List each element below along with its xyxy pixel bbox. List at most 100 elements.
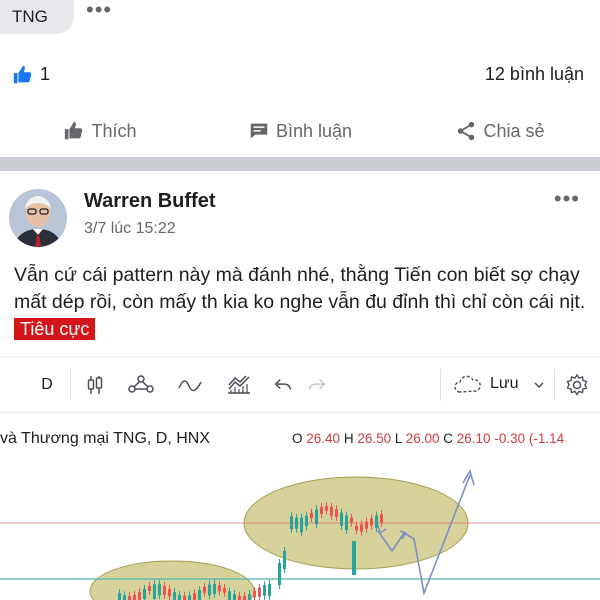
candle	[138, 592, 141, 600]
candle	[118, 593, 121, 600]
high-value: 26.50	[357, 431, 392, 446]
candle	[290, 516, 293, 530]
candle	[355, 525, 358, 531]
candle	[283, 551, 286, 569]
candle	[300, 517, 303, 533]
toolbar-divider	[440, 369, 441, 401]
candle	[223, 587, 226, 593]
post-text: Vẫn cứ cái pattern này mà đánh nhé, thằn…	[14, 264, 586, 313]
post-separator	[0, 157, 600, 171]
cloud-icon[interactable]	[452, 373, 484, 397]
like-count[interactable]: 1	[40, 64, 50, 85]
comment-button[interactable]: Bình luận	[200, 108, 400, 154]
candle	[168, 588, 171, 597]
candle	[340, 512, 343, 526]
candle	[320, 506, 323, 514]
candle	[128, 595, 131, 600]
candle	[143, 588, 146, 599]
candle	[268, 584, 271, 597]
candle	[243, 595, 246, 600]
like-button-label: Thích	[91, 120, 137, 141]
candle	[188, 595, 191, 600]
candle	[218, 585, 221, 592]
candle	[278, 563, 281, 585]
candle	[228, 591, 231, 600]
candle	[183, 595, 186, 600]
candle	[203, 586, 206, 593]
change-value: -0.30 (-1.14	[494, 431, 565, 446]
reactions-row: 1 12 bình luận	[0, 58, 600, 92]
low-value: 26.00	[405, 431, 440, 446]
candle	[360, 524, 363, 532]
toolbar-divider	[70, 369, 71, 401]
toolbar-divider	[554, 369, 555, 401]
like-button[interactable]: Thích	[0, 108, 200, 154]
candle	[335, 509, 338, 517]
candle	[198, 589, 201, 600]
close-label: C	[443, 431, 454, 446]
save-label[interactable]: Lưu	[490, 375, 519, 393]
undo-icon[interactable]	[272, 373, 294, 397]
author-name[interactable]: Warren Buffet	[84, 190, 215, 213]
candle	[325, 506, 328, 511]
chart-toolbar: D Lưu	[0, 357, 600, 413]
post-options-icon[interactable]: •••	[554, 186, 580, 212]
candle	[163, 585, 166, 595]
candle	[380, 514, 383, 523]
price-chart[interactable]: và Thương mại TNG, D, HNX O 26.40 H 26.5…	[0, 413, 600, 600]
candle	[365, 521, 368, 529]
chevron-down-icon[interactable]	[532, 373, 546, 397]
candle	[263, 585, 266, 596]
candle	[330, 506, 333, 516]
share-button-label: Chia sẻ	[483, 120, 545, 141]
low-label: L	[394, 431, 402, 446]
candle	[253, 590, 256, 598]
candle	[350, 517, 353, 523]
candle	[295, 517, 298, 529]
line-tool-icon[interactable]	[176, 373, 204, 397]
candle	[153, 584, 156, 599]
like-reaction-icon	[13, 65, 32, 84]
comment-button-label: Bình luận	[275, 120, 353, 141]
tag-chip-label: TNG	[12, 7, 48, 26]
candle	[305, 515, 308, 527]
author-avatar[interactable]	[9, 189, 67, 247]
ohlc-readout: O 26.40 H 26.50 L 26.00 C 26.10 -0.30 (-…	[292, 431, 564, 446]
post-actions: Thích Bình luận Chia sẻ	[0, 108, 600, 154]
comment-icon	[250, 123, 268, 139]
sentiment-badge: Tiêu cực	[14, 318, 96, 340]
avatar-portrait-icon	[9, 189, 67, 247]
candle	[193, 593, 196, 600]
gear-icon[interactable]	[564, 373, 590, 397]
candle	[158, 584, 161, 596]
interval-button[interactable]: D	[38, 373, 56, 397]
share-button[interactable]: Chia sẻ	[400, 108, 600, 154]
candle	[238, 595, 241, 600]
thumbs-up-icon	[65, 121, 83, 140]
candle	[352, 541, 356, 575]
share-icon	[458, 121, 475, 141]
candle	[258, 587, 261, 597]
candle	[133, 594, 136, 600]
post-body: Vẫn cứ cái pattern này mà đánh nhé, thằn…	[14, 262, 590, 343]
candles-icon[interactable]	[83, 373, 107, 397]
candle	[178, 594, 181, 600]
candle	[173, 592, 176, 600]
chart-screenshot[interactable]: D Lưu và Thương mại TNG, D, HNX O 26.40 …	[0, 356, 600, 600]
redo-icon[interactable]	[306, 373, 328, 397]
candle	[315, 509, 318, 525]
post-timestamp[interactable]: 3/7 lúc 15:22	[84, 220, 176, 238]
candle	[233, 594, 236, 600]
candle	[213, 584, 216, 594]
tag-chip[interactable]: TNG	[0, 0, 74, 34]
high-label: H	[343, 431, 354, 446]
drawing-tool-icon[interactable]	[226, 373, 252, 397]
close-value: 26.10	[456, 431, 491, 446]
candle	[345, 515, 348, 531]
candle	[370, 518, 373, 526]
indicators-icon[interactable]	[127, 373, 155, 397]
candle	[123, 595, 126, 600]
open-value: 26.40	[306, 431, 341, 446]
more-options-icon[interactable]: •••	[86, 0, 112, 22]
comment-count[interactable]: 12 bình luận	[485, 64, 584, 85]
